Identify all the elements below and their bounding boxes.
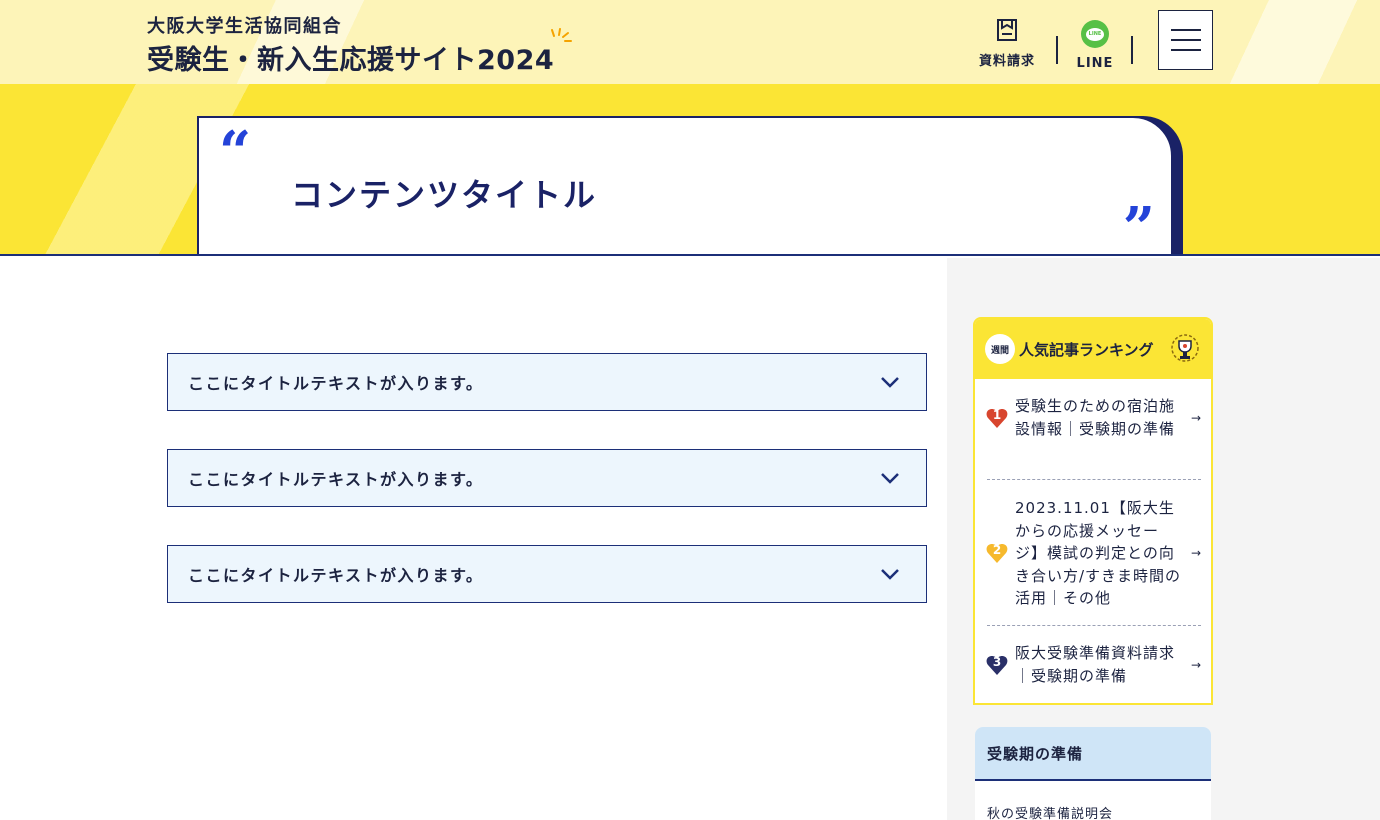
accordion-title: ここにタイトルテキストが入ります。: [188, 374, 484, 393]
sparkle-icon: [551, 28, 572, 42]
page-title: コンテンツタイトル: [291, 176, 598, 214]
ranking-item-title: 阪大受験準備資料請求｜受験期の準備: [1015, 644, 1176, 685]
close-quote-icon: ”: [1122, 195, 1155, 256]
chevron-down-icon: [881, 377, 899, 388]
line-icon-text: LINE: [1086, 27, 1104, 41]
category-widget: 受験期の準備 秋の受験準備説明会: [975, 727, 1211, 820]
document-icon: [997, 19, 1017, 41]
category-title: 受験期の準備: [975, 727, 1211, 781]
header-divider: [1131, 36, 1133, 64]
ranking-item[interactable]: 1 受験生のための宿泊施設情報｜受験期の準備 →: [985, 395, 1201, 440]
ranking-widget: 週間 人気記事ランキング 1 受験生のための宿泊施設情報｜受験期の準備 → 2 …: [973, 317, 1213, 705]
ranking-item[interactable]: 2 2023.11.01【阪大生からの応援メッセージ】模試の判定との向き合い方/…: [985, 497, 1201, 610]
org-name[interactable]: 大阪大学生活協同組合: [147, 12, 342, 38]
weekly-badge: 週間: [985, 334, 1015, 364]
accordion-item[interactable]: ここにタイトルテキストが入ります。: [167, 353, 927, 411]
doc-request-label: 資料請求: [978, 54, 1035, 69]
heart-icon: 2: [985, 541, 1009, 565]
rank-number: 3: [992, 654, 1002, 669]
line-button[interactable]: LINE LINE: [1074, 18, 1116, 71]
rank-number: 2: [992, 543, 1002, 558]
accordion-title: ここにタイトルテキストが入ります。: [188, 566, 484, 585]
accordion-title: ここにタイトルテキストが入ります。: [188, 470, 484, 489]
divider: [987, 625, 1201, 626]
accordion-item[interactable]: ここにタイトルテキストが入ります。: [167, 449, 927, 507]
menu-button[interactable]: [1158, 10, 1213, 70]
hamburger-icon-line: [1170, 39, 1201, 41]
header-divider: [1056, 36, 1058, 64]
hero-banner: “ コンテンツタイトル ”: [0, 84, 1380, 256]
open-quote-icon: “: [219, 119, 252, 185]
arrow-right-icon: →: [1190, 546, 1201, 561]
line-label: LINE: [1076, 56, 1114, 71]
ranking-item-title: 受験生のための宿泊施設情報｜受験期の準備: [1015, 397, 1176, 438]
ranking-item-title: 2023.11.01【阪大生からの応援メッセージ】模試の判定との向き合い方/すき…: [1015, 499, 1182, 607]
accordion-item[interactable]: ここにタイトルテキストが入ります。: [167, 545, 927, 603]
category-link[interactable]: 秋の受験準備説明会: [987, 803, 1113, 820]
hamburger-icon: [1170, 29, 1201, 31]
ranking-item[interactable]: 3 阪大受験準備資料請求｜受験期の準備 →: [985, 642, 1201, 687]
ranking-title: 人気記事ランキング: [1019, 340, 1154, 359]
site-name[interactable]: 受験生・新入生応援サイト2024: [147, 38, 554, 77]
trophy-icon: [1171, 334, 1199, 362]
hero-card: “ コンテンツタイトル ”: [197, 116, 1173, 256]
heart-icon: 1: [985, 406, 1009, 430]
ranking-header: 週間 人気記事ランキング: [975, 319, 1211, 379]
hamburger-icon-line: [1170, 49, 1201, 51]
doc-request-button[interactable]: 資料請求: [976, 18, 1038, 69]
arrow-right-icon: →: [1190, 410, 1201, 425]
rank-number: 1: [992, 407, 1002, 422]
site-header: 大阪大学生活協同組合 受験生・新入生応援サイト2024 資料請求 LINE LI…: [0, 0, 1380, 84]
heart-icon: 3: [985, 653, 1009, 677]
arrow-right-icon: →: [1190, 657, 1201, 672]
divider: [987, 479, 1201, 480]
line-app-icon: LINE: [1081, 20, 1109, 48]
chevron-down-icon: [881, 569, 899, 580]
chevron-down-icon: [881, 473, 899, 484]
